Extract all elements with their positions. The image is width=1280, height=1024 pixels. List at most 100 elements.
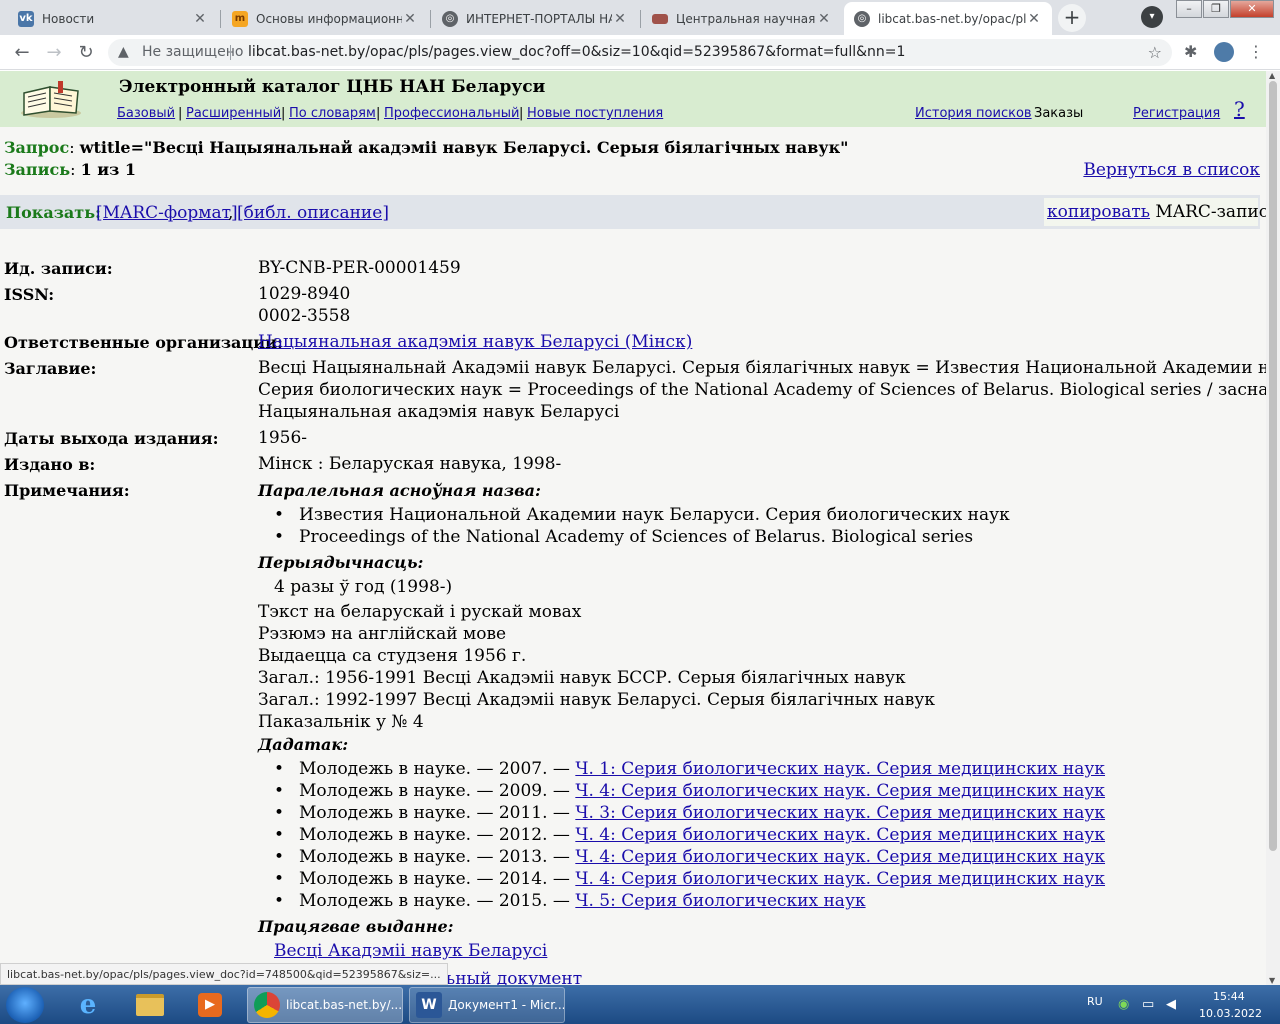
- browser-tab-strip: vk Новости ✕ m Основы информационной ✕ ◎…: [0, 0, 1280, 35]
- title-label: Заглавие:: [4, 359, 97, 378]
- profile-avatar[interactable]: [1214, 42, 1234, 62]
- scroll-up-arrow-icon[interactable]: ▲: [1269, 71, 1275, 80]
- browser-toolbar: ← → ↻ ▲ Не защищено libcat.bas-net.by/op…: [0, 35, 1280, 70]
- browser-tab[interactable]: Центральная научная биб ✕: [642, 2, 842, 35]
- issn-value: 1029-8940: [258, 284, 351, 304]
- network-icon[interactable]: ▭: [1142, 997, 1154, 1012]
- nav-dictionaries-link[interactable]: По словарям: [289, 106, 376, 121]
- parallel-title: Proceedings of the National Academy of S…: [299, 527, 974, 547]
- start-button[interactable]: [6, 987, 44, 1023]
- scrollbar-thumb[interactable]: [1269, 81, 1277, 851]
- clock-time[interactable]: 15:44: [1213, 990, 1245, 1003]
- back-arrow-icon[interactable]: ←: [10, 41, 34, 65]
- reload-icon[interactable]: ↻: [74, 41, 98, 65]
- record-value: 1 из 1: [80, 160, 137, 179]
- page-content: Электронный каталог ЦНБ НАН Беларуси Баз…: [0, 71, 1266, 985]
- supplement-link[interactable]: Ч. 4: Серия биологических наук. Серия ме…: [575, 825, 1105, 845]
- status-icon[interactable]: ◉: [1118, 997, 1129, 1012]
- maximize-button[interactable]: ❐: [1203, 0, 1229, 18]
- copy-marc-box: копировать MARC-запись: [1044, 198, 1266, 226]
- supplement-link[interactable]: Ч. 4: Серия биологических наук. Серия ме…: [575, 781, 1105, 801]
- dates-label: Даты выхода издания:: [4, 429, 219, 448]
- globe-icon: ◎: [854, 10, 870, 27]
- previous-edition-value: Весці Акадэміі навук Беларусі: [274, 940, 547, 962]
- warning-icon[interactable]: ▲: [118, 39, 129, 66]
- volume-icon[interactable]: ◀: [1166, 997, 1176, 1012]
- bookmark-star-icon[interactable]: ☆: [1148, 39, 1162, 66]
- url-text[interactable]: libcat.bas-net.by/opac/pls/pages.view_do…: [248, 39, 905, 66]
- back-to-list-link[interactable]: Вернуться в список: [1083, 160, 1260, 180]
- tab-title: libcat.bas-net.by/opac/pls/: [878, 11, 1026, 26]
- taskbar-word-button[interactable]: W Документ1 - Micr...: [409, 987, 565, 1023]
- tab-search-icon[interactable]: ▾: [1141, 6, 1163, 28]
- address-bar[interactable]: ▲ Не защищено libcat.bas-net.by/opac/pls…: [108, 39, 1172, 66]
- previous-edition-heading: Працягвае выданне:: [258, 917, 454, 936]
- supplement-prefix: Молодежь в науке. — 2013. —: [299, 847, 576, 867]
- supplement-prefix: Молодежь в науке. — 2011. —: [299, 803, 576, 823]
- supplement-link[interactable]: Ч. 3: Серия биологических наук. Серия ме…: [575, 803, 1105, 823]
- media-player-icon[interactable]: ▶: [190, 988, 230, 1022]
- security-status[interactable]: Не защищено: [142, 39, 243, 66]
- organizations-label: Ответственные организации:: [4, 333, 283, 352]
- scroll-down-arrow-icon[interactable]: ▼: [1269, 976, 1275, 985]
- nav-advanced-link[interactable]: Расширенный: [186, 106, 281, 121]
- nav-orders-text: Заказы: [1034, 106, 1084, 121]
- close-icon[interactable]: ✕: [612, 11, 628, 27]
- address-divider: [230, 45, 231, 60]
- browser-tab[interactable]: m Основы информационной ✕: [222, 2, 428, 35]
- note-line: Загал.: 1992-1997 Весці Акадэміі навук Б…: [258, 690, 935, 710]
- input-language-indicator[interactable]: RU: [1087, 995, 1103, 1008]
- browser-menu-icon[interactable]: ⋮: [1248, 42, 1264, 61]
- help-link[interactable]: ?: [1234, 97, 1245, 121]
- close-icon[interactable]: ✕: [192, 11, 208, 27]
- forward-arrow-icon[interactable]: →: [42, 41, 66, 65]
- new-tab-button[interactable]: +: [1058, 4, 1086, 32]
- close-icon[interactable]: ✕: [1026, 11, 1042, 27]
- nav-basic-link[interactable]: Базовый: [117, 106, 175, 121]
- note-line: Загал.: 1956-1991 Весці Акадэміі навук Б…: [258, 668, 906, 688]
- organization-link[interactable]: Нацыянальная акадэмія навук Беларусі (Мі…: [258, 332, 692, 352]
- nav-new-arrivals-link[interactable]: Новые поступления: [527, 106, 663, 121]
- page-scrollbar[interactable]: ▲ ▼: [1266, 71, 1280, 985]
- close-icon[interactable]: ✕: [402, 11, 418, 27]
- nav-register-link[interactable]: Регистрация: [1133, 106, 1220, 121]
- supplement-link[interactable]: Ч. 4: Серия биологических наук. Серия ме…: [575, 847, 1105, 867]
- browser-tab[interactable]: vk Новости ✕: [8, 2, 218, 35]
- globe-icon: ◎: [442, 10, 458, 27]
- taskbar-chrome-button[interactable]: libcat.bas-net.by/...: [247, 987, 403, 1023]
- nav-professional-link[interactable]: Профессиональный: [384, 106, 519, 121]
- related-document-link[interactable]: альный документ: [425, 969, 582, 985]
- list-item: Proceedings of the National Academy of S…: [274, 527, 973, 547]
- open-book-logo-icon: [21, 81, 81, 118]
- site-header: Электронный каталог ЦНБ НАН Беларуси Баз…: [0, 71, 1266, 127]
- tab-divider: [640, 10, 641, 28]
- browser-tab[interactable]: ◎ ИНТЕРНЕТ-ПОРТАЛЫ НАУ ✕: [432, 2, 638, 35]
- close-icon[interactable]: ✕: [816, 11, 832, 27]
- browser-tab-active[interactable]: ◎ libcat.bas-net.by/opac/pls/ ✕: [844, 2, 1052, 35]
- marc-format-link[interactable]: [MARC-формат]: [96, 203, 238, 223]
- list-item: Молодежь в науке. — 2015. — Ч. 5: Серия …: [274, 891, 866, 911]
- taskbar-button-label: Документ1 - Micr...: [448, 998, 565, 1012]
- extensions-icon[interactable]: ✱: [1184, 42, 1197, 61]
- tab-divider: [220, 10, 221, 28]
- issn-label: ISSN:: [4, 285, 55, 304]
- list-item: Молодежь в науке. — 2014. — Ч. 4: Серия …: [274, 869, 1105, 889]
- tab-title: Основы информационной: [256, 11, 402, 26]
- supplement-link[interactable]: Ч. 5: Серия биологических наук: [575, 891, 865, 911]
- supplement-link[interactable]: Ч. 1: Серия биологических наук. Серия ме…: [575, 759, 1105, 779]
- clock-date[interactable]: 10.03.2022: [1199, 1007, 1262, 1020]
- copy-marc-link[interactable]: копировать: [1047, 202, 1150, 222]
- record-id-value: BY-CNB-PER-00001459: [258, 258, 461, 278]
- supplement-prefix: Молодежь в науке. — 2007. —: [299, 759, 576, 779]
- previous-edition-link[interactable]: Весці Акадэміі навук Беларусі: [274, 941, 547, 961]
- window-close-button[interactable]: ✕: [1230, 0, 1274, 18]
- internet-explorer-icon[interactable]: e: [68, 988, 108, 1022]
- supplement-link[interactable]: Ч. 4: Серия биологических наук. Серия ме…: [575, 869, 1105, 889]
- nav-separator: |: [178, 106, 183, 121]
- file-explorer-icon[interactable]: [130, 988, 170, 1022]
- minimize-button[interactable]: –: [1176, 0, 1202, 18]
- supplement-heading: Дадатак:: [258, 735, 349, 754]
- note-line: Паказальнік у № 4: [258, 712, 424, 732]
- nav-history-link[interactable]: История поисков: [915, 106, 1032, 121]
- bibliographic-description-link[interactable]: [библ. описание]: [237, 203, 389, 223]
